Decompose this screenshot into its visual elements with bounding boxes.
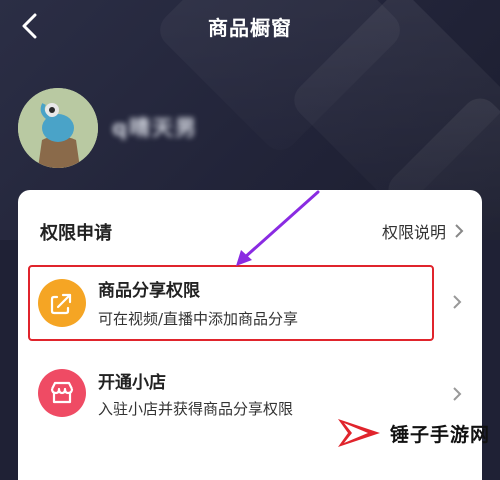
annotation-arrow — [236, 190, 320, 266]
watermark: 锤子手游网 — [334, 415, 490, 451]
watermark-logo-icon — [337, 419, 380, 447]
watermark-text: 锤子手游网 — [389, 423, 490, 446]
